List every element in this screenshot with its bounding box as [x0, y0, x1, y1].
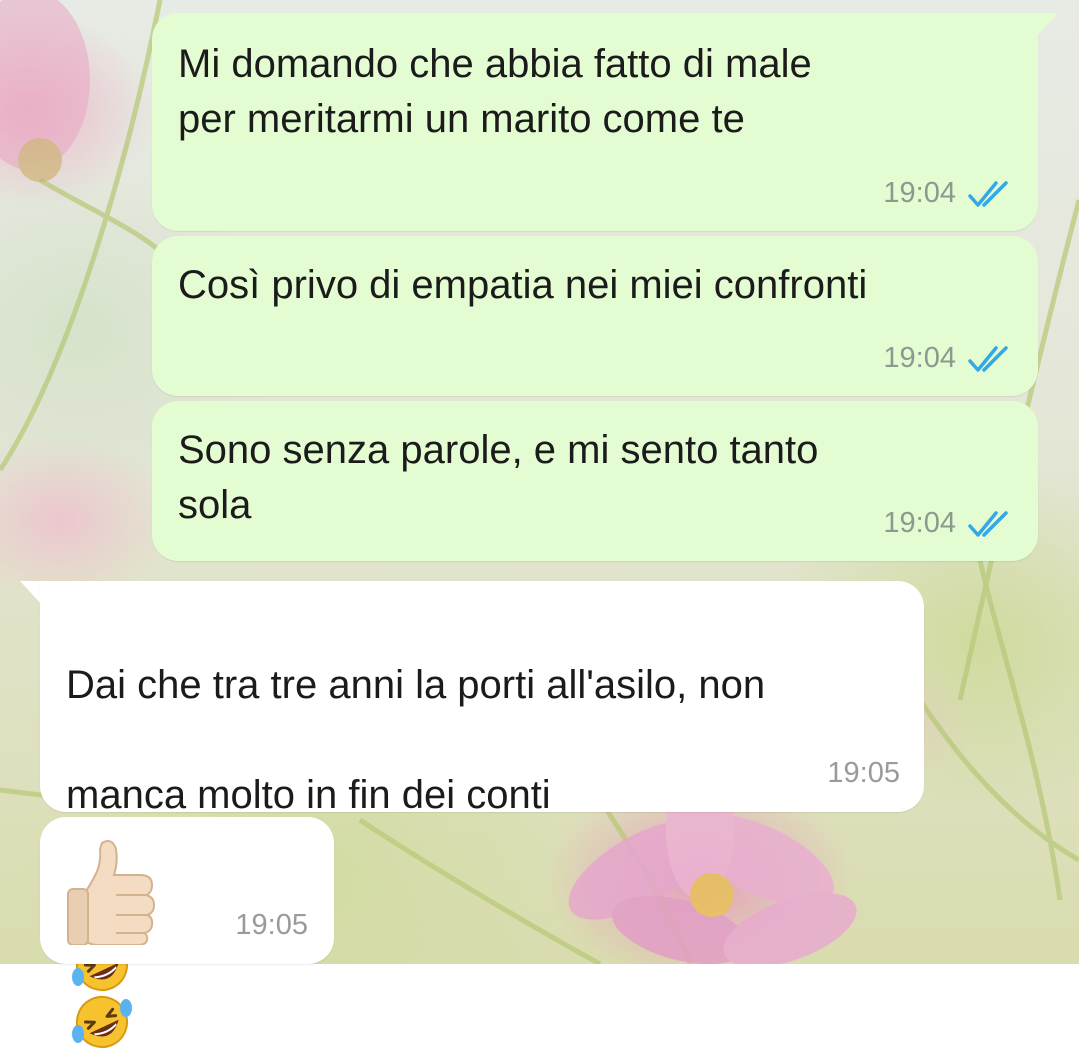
- incoming-message-2[interactable]: 19:05: [40, 817, 334, 964]
- message-text: Sono senza parole, e mi sento tanto sola: [178, 428, 819, 527]
- message-meta: 19:05: [235, 909, 308, 942]
- message-meta: 19:05: [827, 757, 900, 790]
- outgoing-message-1[interactable]: Mi domando che abbia fatto di male per m…: [152, 13, 1038, 231]
- message-text: Mi domando che abbia fatto di male per m…: [178, 42, 812, 141]
- message-time: 19:04: [883, 342, 956, 374]
- rolling-on-the-floor-laughing-icon: [72, 996, 132, 1049]
- message-text: Così privo di empatia nei miei confronti: [178, 263, 868, 307]
- message-time: 19:04: [883, 507, 956, 539]
- double-check-read-icon: [968, 345, 1008, 372]
- bubble-tail: [1034, 13, 1058, 39]
- message-time: 19:05: [827, 757, 900, 789]
- message-meta: 19:04: [883, 177, 1014, 210]
- incoming-message-1[interactable]: Dai che tra tre anni la porti all'asilo,…: [40, 581, 924, 1049]
- message-meta: 19:04: [883, 507, 1014, 540]
- outgoing-message-3[interactable]: Sono senza parole, e mi sento tanto sola…: [152, 401, 1038, 561]
- message-meta: 19:04: [883, 342, 1014, 375]
- message-text-line-2: manca molto in fin dei conti: [66, 773, 551, 817]
- message-time: 19:05: [235, 909, 308, 941]
- thumbs-up-icon: [67, 840, 156, 945]
- message-time: 19:04: [883, 177, 956, 209]
- message-text-line-1: Dai che tra tre anni la porti all'asilo,…: [66, 663, 766, 707]
- double-check-read-icon: [968, 180, 1008, 207]
- double-check-read-icon: [968, 510, 1008, 537]
- outgoing-message-2[interactable]: Così privo di empatia nei miei confronti…: [152, 236, 1038, 396]
